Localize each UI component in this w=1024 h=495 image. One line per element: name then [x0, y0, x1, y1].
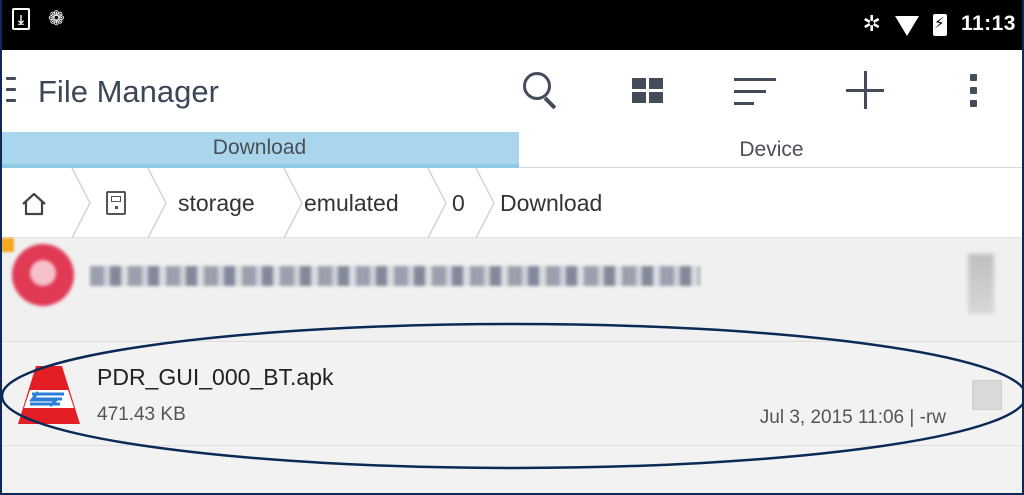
bluetooth-icon: ✲ [862, 11, 881, 36]
sort-icon[interactable] [726, 66, 786, 116]
wifi-icon [894, 16, 919, 36]
tab-device[interactable]: Device [519, 132, 1024, 168]
home-icon[interactable] [20, 192, 48, 216]
redacted-badge [0, 238, 14, 252]
add-icon[interactable] [836, 66, 896, 116]
breadcrumb-0[interactable]: 0 [452, 168, 465, 238]
status-bar: ⤓ ❁ ✲ 11:13 [0, 0, 1024, 50]
status-time: 11:13 [960, 12, 1016, 35]
tab-download[interactable]: Download [0, 132, 519, 168]
apk-file-icon [16, 364, 82, 426]
list-item-file[interactable]: PDR_GUI_000_BT.apk 471.43 KB Jul 3, 2015… [0, 342, 1024, 446]
breadcrumb-separator [146, 167, 168, 239]
redacted-file-name [90, 266, 700, 286]
breadcrumb-separator [70, 167, 92, 239]
more-vert-icon[interactable] [944, 66, 1004, 116]
breadcrumb-separator [282, 167, 304, 239]
breadcrumb: storage emulated 0 Download [0, 167, 1024, 239]
list-item-redacted[interactable] [0, 238, 1024, 342]
redacted-app-icon [12, 244, 74, 306]
app-bar: File Manager [0, 50, 1024, 132]
grid-view-icon[interactable] [618, 66, 678, 116]
breadcrumb-download[interactable]: Download [500, 168, 602, 238]
device-storage-icon[interactable] [106, 191, 126, 215]
breadcrumb-separator [474, 167, 496, 239]
android-debug-icon: ❁ [48, 8, 65, 30]
breadcrumb-storage[interactable]: storage [178, 168, 255, 238]
file-list: PDR_GUI_000_BT.apk 471.43 KB Jul 3, 2015… [0, 238, 1024, 495]
battery-charging-icon [932, 14, 947, 36]
file-date-permissions: Jul 3, 2015 11:06 | -rw [759, 407, 946, 428]
file-select-checkbox[interactable] [972, 380, 1002, 410]
breadcrumb-emulated[interactable]: emulated [304, 168, 399, 238]
app-title: File Manager [38, 74, 219, 109]
redacted-action-icon [968, 254, 994, 314]
tab-bar: Download Device [0, 132, 1024, 168]
file-size: 471.43 KB [97, 404, 186, 425]
download-notification-icon: ⤓ [12, 8, 30, 30]
breadcrumb-separator [426, 167, 448, 239]
file-name: PDR_GUI_000_BT.apk [97, 364, 334, 390]
search-icon[interactable] [515, 66, 575, 116]
drawer-menu-icon[interactable] [6, 77, 22, 103]
